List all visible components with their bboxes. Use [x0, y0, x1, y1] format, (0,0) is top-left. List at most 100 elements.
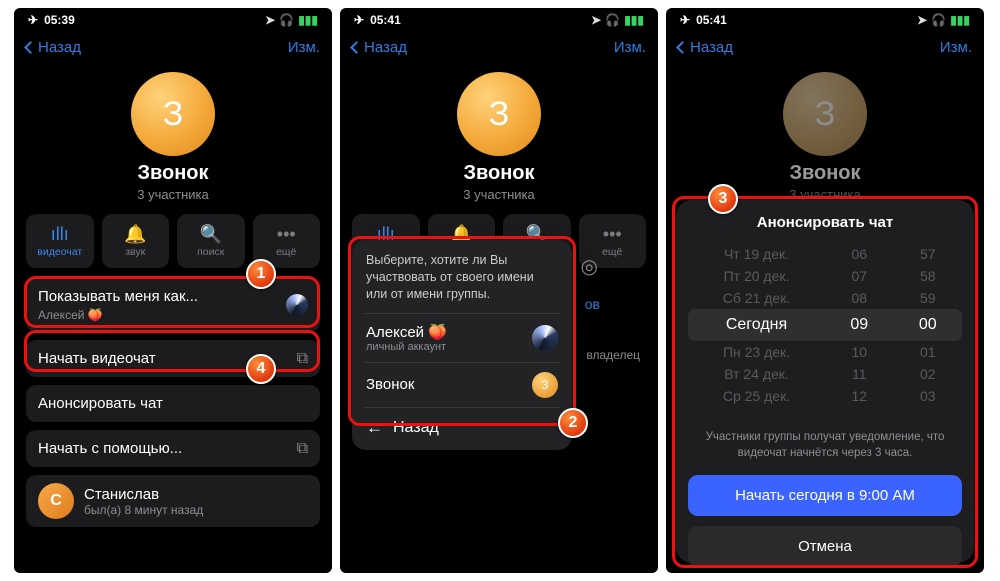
- owner-label: владелец: [586, 348, 640, 362]
- sound-button[interactable]: 🔔звук: [102, 214, 170, 268]
- chevron-left-icon: [24, 41, 37, 54]
- popup-back-row[interactable]: ← Назад: [364, 407, 560, 440]
- clock: 05:41: [370, 13, 401, 27]
- nav-bar: Назад Изм.: [666, 30, 984, 64]
- announce-sheet: Анонсировать чат Чт 19 дек.0657Пт 20 дек…: [676, 200, 974, 563]
- back-button[interactable]: Назад: [678, 39, 733, 56]
- picker-minute: 03: [894, 388, 963, 404]
- group-title: Звонок: [340, 162, 658, 185]
- step-badge-4: 4: [246, 354, 276, 384]
- identity-personal-row[interactable]: Алексей 🍑личный аккаунт: [364, 313, 560, 362]
- picker-row[interactable]: Сегодня0900: [688, 309, 962, 341]
- step-badge-3: 3: [708, 184, 738, 214]
- search-icon: 🔍: [200, 225, 222, 243]
- picker-minute: 58: [894, 268, 963, 284]
- videochat-icon: ıllı: [51, 225, 69, 243]
- partial-text: ов: [585, 296, 600, 312]
- screenshot-1: ✈︎05:39 ➤🎧▮▮▮ Назад Изм. З Звонок 3 учас…: [14, 8, 332, 573]
- more-icon: •••: [277, 225, 296, 243]
- picker-hour: 08: [825, 290, 894, 306]
- sheet-title: Анонсировать чат: [688, 214, 962, 231]
- group-badge-icon: 3: [532, 372, 558, 398]
- show-me-as-sub: Алексей 🍑: [38, 308, 103, 322]
- broadcast-icon: ⧉: [297, 440, 308, 458]
- identity-popup: ◎ Выберите, хотите ли Вы участвовать от …: [352, 240, 572, 450]
- group-subtitle: 3 участника: [340, 187, 658, 202]
- picker-minute: 57: [894, 246, 963, 262]
- account-avatar-icon: [286, 294, 308, 316]
- picker-hour: 10: [825, 344, 894, 360]
- datetime-picker[interactable]: Чт 19 дек.0657Пт 20 дек.0758Сб 21 дек.08…: [688, 237, 962, 411]
- screenshot-3: ✈︎05:41 ➤🎧▮▮▮ Назад Изм. З Звонок 3 учас…: [666, 8, 984, 573]
- airplane-icon: ✈︎: [28, 13, 38, 27]
- member-row[interactable]: С Станислав был(а) 8 минут назад: [26, 475, 320, 527]
- picker-row[interactable]: Вт 24 дек.1102: [688, 363, 962, 385]
- more-icon: •••: [603, 225, 622, 243]
- picker-row[interactable]: Сб 21 дек.0859: [688, 287, 962, 309]
- search-button[interactable]: 🔍поиск: [177, 214, 245, 268]
- group-avatar[interactable]: З: [457, 72, 541, 156]
- edit-button[interactable]: Изм.: [614, 39, 646, 56]
- nav-bar: Назад Изм.: [340, 30, 658, 64]
- show-me-as-title: Показывать меня как...: [38, 288, 308, 305]
- status-bar: ✈︎ 05:39 ➤ 🎧 ▮▮▮: [14, 8, 332, 30]
- location-icon: ➤: [591, 13, 601, 27]
- edit-button[interactable]: Изм.: [940, 39, 972, 56]
- headset-icon: 🎧: [279, 13, 294, 27]
- member-name: Станислав: [84, 486, 203, 503]
- picker-date: Сегодня: [688, 316, 825, 334]
- location-icon: ➤: [265, 13, 275, 27]
- cancel-button[interactable]: Отмена: [688, 526, 962, 567]
- action-row: ıllıвидеочат 🔔звук 🔍поиск •••ещё: [14, 202, 332, 278]
- picker-date: Пт 20 дек.: [688, 268, 825, 284]
- member-status: был(а) 8 минут назад: [84, 503, 203, 517]
- start-videochat-row[interactable]: Начать видеочат ⧉ владелец: [26, 340, 320, 377]
- headset-icon: 🎧: [605, 13, 620, 27]
- start-with-row[interactable]: Начать с помощью... ⧉: [26, 430, 320, 467]
- step-badge-1: 1: [246, 259, 276, 289]
- picker-row[interactable]: Пт 20 дек.0758: [688, 265, 962, 287]
- picker-row[interactable]: Чт 19 дек.0657: [688, 243, 962, 265]
- group-title: Звонок: [666, 162, 984, 185]
- identity-group-row[interactable]: Звонок 3: [364, 362, 560, 407]
- picker-date: Ср 25 дек.: [688, 388, 825, 404]
- arrow-left-icon: ←: [366, 418, 383, 438]
- nav-bar: Назад Изм.: [14, 30, 332, 64]
- location-icon: ➤: [917, 13, 927, 27]
- picker-minute: 01: [894, 344, 963, 360]
- picker-date: Вт 24 дек.: [688, 366, 825, 382]
- identity-personal-name: Алексей 🍑: [366, 323, 447, 341]
- show-me-as-row[interactable]: Показывать меня как... Алексей 🍑: [26, 278, 320, 332]
- picker-date: Сб 21 дек.: [688, 290, 825, 306]
- picker-row[interactable]: Ср 25 дек.1203: [688, 385, 962, 407]
- picker-date: Пн 23 дек.: [688, 344, 825, 360]
- status-bar: ✈︎05:41 ➤🎧▮▮▮: [340, 8, 658, 30]
- group-avatar[interactable]: З: [131, 72, 215, 156]
- back-button[interactable]: Назад: [26, 39, 81, 56]
- start-today-button[interactable]: Начать сегодня в 9:00 AM: [688, 475, 962, 516]
- videochat-button[interactable]: ıllıвидеочат: [26, 214, 94, 268]
- shield-icon: ◎: [581, 254, 598, 279]
- headset-icon: 🎧: [931, 13, 946, 27]
- broadcast-icon: ⧉: [297, 350, 308, 368]
- picker-hour: 06: [825, 246, 894, 262]
- group-avatar: З: [783, 72, 867, 156]
- battery-icon: ▮▮▮: [298, 13, 318, 27]
- member-avatar: С: [38, 483, 74, 519]
- chevron-left-icon: [350, 41, 363, 54]
- identity-personal-sub: личный аккаунт: [366, 341, 447, 353]
- clock: 05:39: [44, 13, 75, 27]
- announce-chat-label: Анонсировать чат: [38, 395, 308, 412]
- picker-row[interactable]: Пн 23 дек.1001: [688, 341, 962, 363]
- popup-text: Выберите, хотите ли Вы участвовать от св…: [364, 250, 560, 313]
- battery-icon: ▮▮▮: [950, 13, 970, 27]
- group-title: Звонок: [14, 162, 332, 185]
- edit-button[interactable]: Изм.: [288, 39, 320, 56]
- picker-date: Чт 19 дек.: [688, 246, 825, 262]
- bell-icon: 🔔: [124, 225, 146, 243]
- back-button[interactable]: Назад: [352, 39, 407, 56]
- picker-hour: 12: [825, 388, 894, 404]
- identity-group-name: Звонок: [366, 376, 414, 393]
- announce-chat-row[interactable]: Анонсировать чат: [26, 385, 320, 422]
- battery-icon: ▮▮▮: [624, 13, 644, 27]
